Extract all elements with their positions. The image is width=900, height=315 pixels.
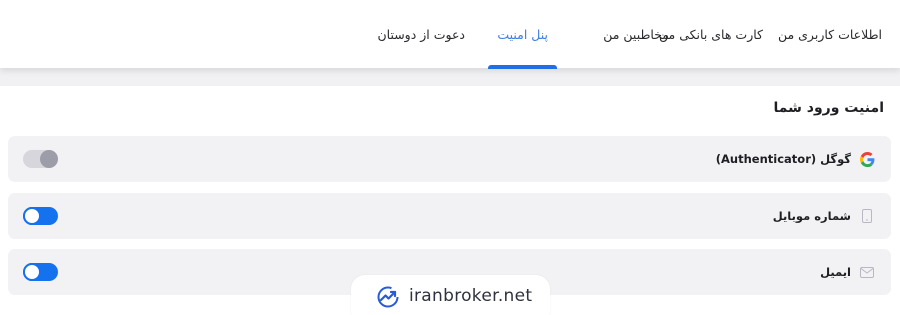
tab-contacts[interactable]: مخاطبین من [603,25,669,45]
tab-invite-friends[interactable]: دعوت از دوستان [377,25,465,45]
mobile-icon [859,208,875,224]
envelope-icon [859,264,875,280]
row-google-authenticator: گوگل (Authenticator) [8,136,891,182]
toggle-knob [40,150,58,168]
row-label-mobile: شماره موبایل [772,209,851,223]
toggle-knob [23,263,41,281]
section-title: امنیت ورود شما [773,100,884,116]
watermark-badge: iranbroker.net [351,275,550,315]
active-tab-indicator [488,65,557,69]
mobile-number-toggle[interactable] [23,207,58,225]
watermark-text: iranbroker.net [409,286,533,306]
toggle-knob [23,207,41,225]
tab-user-info[interactable]: اطلاعات کاربری من [778,25,882,45]
top-nav-bar: اطلاعات کاربری من کارت های بانکی من مخاط… [0,0,900,69]
tab-bank-cards[interactable]: کارت های بانکی من [659,25,763,45]
row-label-google: گوگل (Authenticator) [715,152,851,166]
row-label-email: ایمیل [820,265,851,279]
google-authenticator-toggle[interactable] [23,150,58,168]
row-mobile-number: شماره موبایل [8,193,891,239]
iranbroker-logo-icon [376,285,400,313]
google-icon [859,151,875,167]
tab-security-panel[interactable]: پنل امنیت [497,25,548,45]
email-toggle[interactable] [23,263,58,281]
